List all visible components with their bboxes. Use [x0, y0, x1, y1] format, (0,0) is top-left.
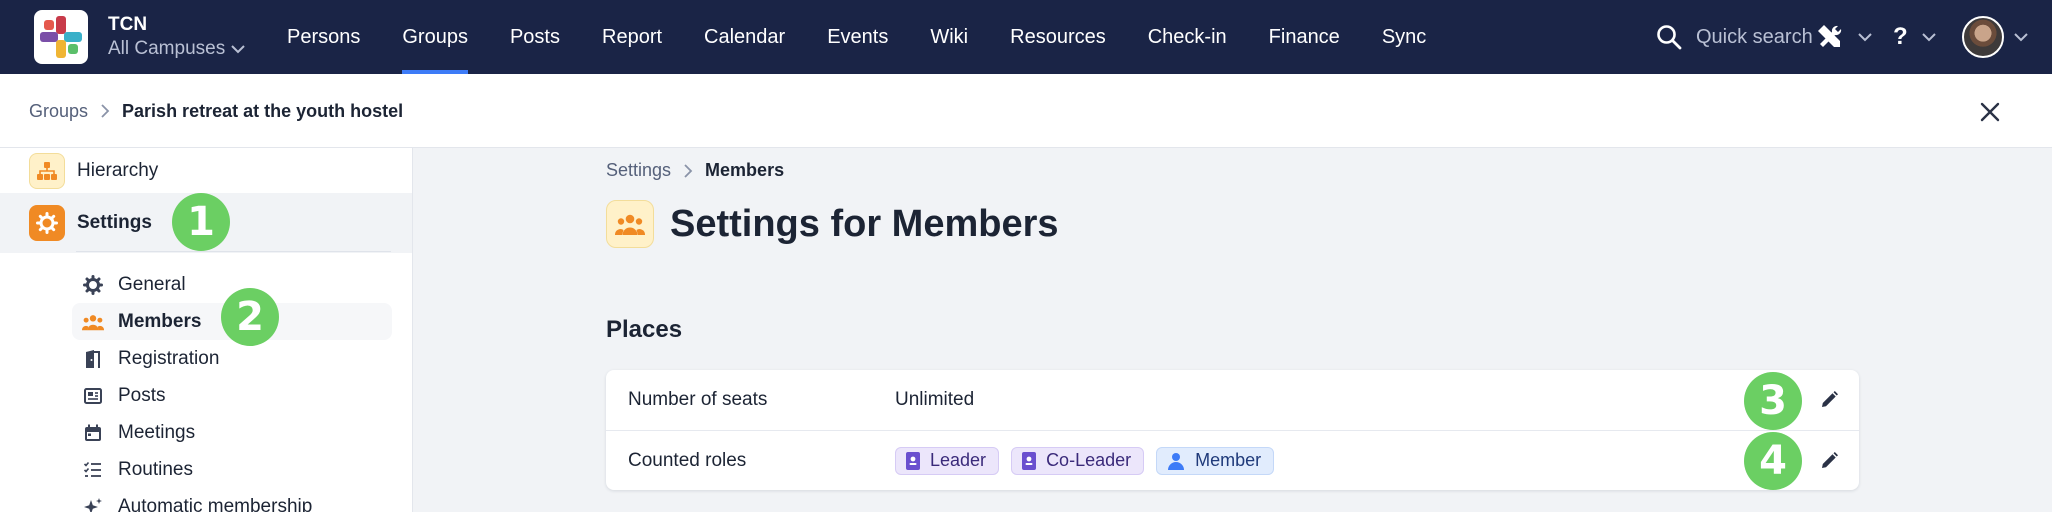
calendar-icon	[82, 422, 104, 444]
pencil-icon	[1822, 451, 1838, 468]
members-icon	[606, 200, 654, 248]
page-title: Settings for Members	[670, 202, 1059, 245]
role-chip-co-leader: Co-Leader	[1011, 446, 1145, 475]
setting-row-number-of-seats: Number of seats Unlimited	[606, 370, 1859, 430]
admin-tools-menu[interactable]	[1816, 0, 1872, 74]
newspaper-icon	[82, 385, 104, 407]
sidebar-divider	[76, 251, 391, 252]
organization-name: TCN	[108, 14, 148, 35]
sidebar-item-label: Settings	[77, 212, 152, 233]
campus-selector[interactable]: All Campuses	[108, 36, 245, 62]
settings-gear-icon	[29, 205, 65, 241]
organization-switcher[interactable]: TCN All Campuses	[108, 14, 245, 62]
callout-4: 4	[1744, 432, 1802, 490]
quick-search[interactable]: Quick search	[1656, 0, 1813, 74]
search-icon	[1657, 25, 1682, 50]
sparkle-icon	[82, 496, 104, 512]
help-icon: ?	[1893, 23, 1908, 50]
setting-value: Unlimited	[895, 389, 975, 410]
close-icon	[1980, 102, 2000, 122]
chevron-right-icon	[101, 104, 110, 118]
breadcrumb-current-group: Parish retreat at the youth hostel	[122, 100, 404, 121]
role-chip-leader: Leader	[895, 446, 1000, 475]
edit-counted-roles-button[interactable]	[1816, 448, 1842, 474]
subnav-routines[interactable]: Routines	[72, 451, 392, 488]
chevron-down-icon	[231, 45, 245, 54]
user-menu[interactable]	[1962, 0, 2028, 74]
chevron-right-icon	[684, 163, 693, 178]
nav-events[interactable]: Events	[806, 0, 909, 74]
setting-label: Number of seats	[628, 389, 768, 410]
nav-wiki[interactable]: Wiki	[909, 0, 989, 74]
breadcrumb-members: Members	[705, 160, 785, 180]
role-chip-member: Member	[1156, 446, 1275, 475]
subnav-label: Posts	[118, 384, 166, 406]
main-nav: Persons Groups Posts Report Calendar Eve…	[266, 0, 1447, 74]
nav-finance[interactable]: Finance	[1248, 0, 1361, 74]
subnav-label: Meetings	[118, 421, 196, 443]
close-button[interactable]	[1976, 98, 2004, 126]
callout-1: 1	[172, 193, 230, 251]
role-chip-label: Member	[1195, 450, 1262, 470]
subnav-label: Routines	[118, 458, 193, 480]
avatar	[1962, 16, 2004, 58]
top-navigation-bar: TCN All Campuses Persons Groups Posts Re…	[0, 0, 2052, 74]
nav-calendar[interactable]: Calendar	[683, 0, 806, 74]
role-chip-label: Leader	[930, 450, 987, 470]
settings-breadcrumb: Settings Members	[606, 160, 784, 181]
chevron-down-icon	[2014, 33, 2028, 42]
campus-selector-label: All Campuses	[108, 38, 226, 59]
church-logo[interactable]	[34, 10, 88, 64]
nav-groups[interactable]: Groups	[381, 0, 489, 74]
role-chips: Leader Co-Leader Member	[895, 446, 1275, 475]
nav-posts[interactable]: Posts	[489, 0, 581, 74]
nav-report[interactable]: Report	[581, 0, 683, 74]
nav-check-in[interactable]: Check-in	[1127, 0, 1248, 74]
callout-2: 2	[221, 288, 279, 346]
places-settings-card: Number of seats Unlimited Counted roles …	[606, 370, 1859, 490]
sidebar-item-hierarchy[interactable]: Hierarchy	[0, 148, 412, 193]
pencil-icon	[1822, 391, 1838, 407]
callout-3: 3	[1744, 372, 1802, 430]
people-icon	[82, 311, 104, 333]
subnav-meetings[interactable]: Meetings	[72, 414, 392, 451]
section-title-places: Places	[606, 316, 683, 343]
sidebar-item-label: Hierarchy	[77, 159, 159, 181]
subnav-posts[interactable]: Posts	[72, 377, 392, 414]
subnav-label: Automatic membership	[118, 495, 313, 512]
edit-seats-button[interactable]	[1816, 387, 1842, 413]
setting-row-counted-roles: Counted roles Leader Co-Leader Member	[606, 430, 1859, 490]
breadcrumb-settings-link[interactable]: Settings	[606, 160, 671, 181]
subnav-label: General	[118, 273, 186, 295]
chevron-down-icon	[1858, 33, 1872, 42]
checklist-icon	[82, 459, 104, 481]
id-badge-icon	[906, 451, 920, 470]
nav-sync[interactable]: Sync	[1361, 0, 1447, 74]
page-header: Settings for Members	[606, 200, 1059, 248]
breadcrumb-bar: Groups Parish retreat at the youth hoste…	[0, 74, 2052, 148]
role-chip-label: Co-Leader	[1046, 450, 1132, 470]
subnav-automatic-membership[interactable]: Automatic membership	[72, 488, 392, 512]
breadcrumb: Groups Parish retreat at the youth hoste…	[29, 74, 403, 148]
id-badge-icon	[1022, 451, 1037, 470]
gear-icon	[82, 274, 104, 296]
nav-persons[interactable]: Persons	[266, 0, 381, 74]
tools-icon	[1818, 25, 1842, 47]
breadcrumb-groups-link[interactable]: Groups	[29, 101, 88, 122]
door-icon	[82, 348, 104, 370]
subnav-registration[interactable]: Registration	[72, 340, 392, 377]
chevron-down-icon	[1921, 33, 1936, 42]
help-menu[interactable]: ?	[1893, 0, 1936, 74]
subnav-label: Members	[118, 310, 202, 332]
person-icon	[1168, 452, 1185, 470]
nav-resources[interactable]: Resources	[989, 0, 1127, 74]
subnav-label: Registration	[118, 347, 220, 369]
quick-search-placeholder: Quick search	[1696, 25, 1813, 48]
hierarchy-icon	[29, 152, 65, 189]
setting-label: Counted roles	[628, 449, 747, 471]
